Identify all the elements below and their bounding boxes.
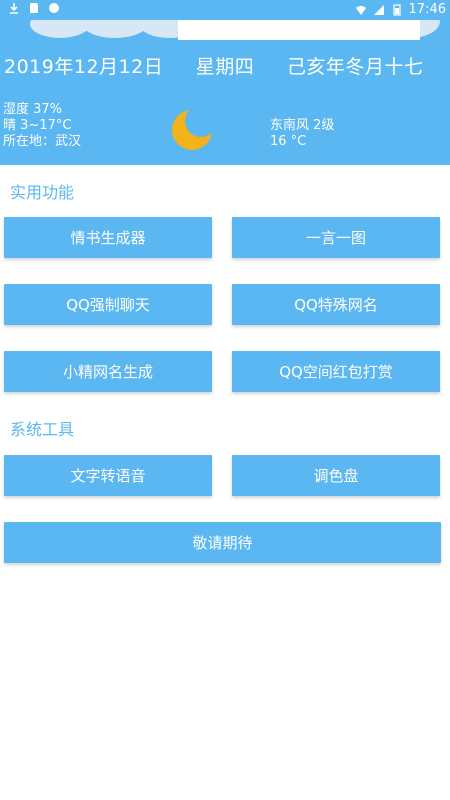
qq-special-nickname-button[interactable]: QQ特殊网名 [232, 284, 440, 325]
weekday: 星期四 [195, 56, 255, 78]
humidity: 湿度 37% [3, 102, 63, 117]
status-bar: 17:46 [0, 0, 450, 20]
location: 所在地：武汉 [3, 134, 82, 149]
moon-icon [172, 108, 214, 150]
status-time: 17:46 [408, 2, 446, 17]
qq-force-chat-button[interactable]: QQ强制聊天 [4, 284, 212, 325]
section-title-system: 系统工具 [10, 420, 75, 439]
color-palette-button[interactable]: 调色盘 [232, 455, 440, 496]
app-notification-icon [49, 3, 59, 13]
coming-soon-button[interactable]: 敬请期待 [4, 522, 441, 563]
current-temp: 16 °C [270, 134, 307, 149]
weather-header: 2019年12月12日 星期四 己亥年冬月十七 湿度 37% 晴 3~17°C … [0, 20, 450, 165]
gregorian-date: 2019年12月12日 [4, 56, 164, 78]
wind: 东南风 2级 [270, 118, 335, 133]
download-icon [10, 3, 18, 14]
nickname-generator-button[interactable]: 小精网名生成 [4, 351, 212, 392]
qzone-red-packet-button[interactable]: QQ空间红包打赏 [232, 351, 440, 392]
weather-range: 晴 3~17°C [3, 118, 72, 133]
quote-image-button[interactable]: 一言一图 [232, 217, 440, 258]
wifi-icon [355, 5, 366, 15]
sdcard-icon [30, 3, 38, 13]
battery-icon [392, 3, 401, 16]
lunar-date: 己亥年冬月十七 [286, 56, 424, 78]
signal-icon [373, 4, 384, 15]
text-to-speech-button[interactable]: 文字转语音 [4, 455, 212, 496]
section-title-practical: 实用功能 [10, 183, 75, 202]
date-line: 2019年12月12日 星期四 己亥年冬月十七 [4, 52, 423, 79]
love-letter-generator-button[interactable]: 情书生成器 [4, 217, 212, 258]
